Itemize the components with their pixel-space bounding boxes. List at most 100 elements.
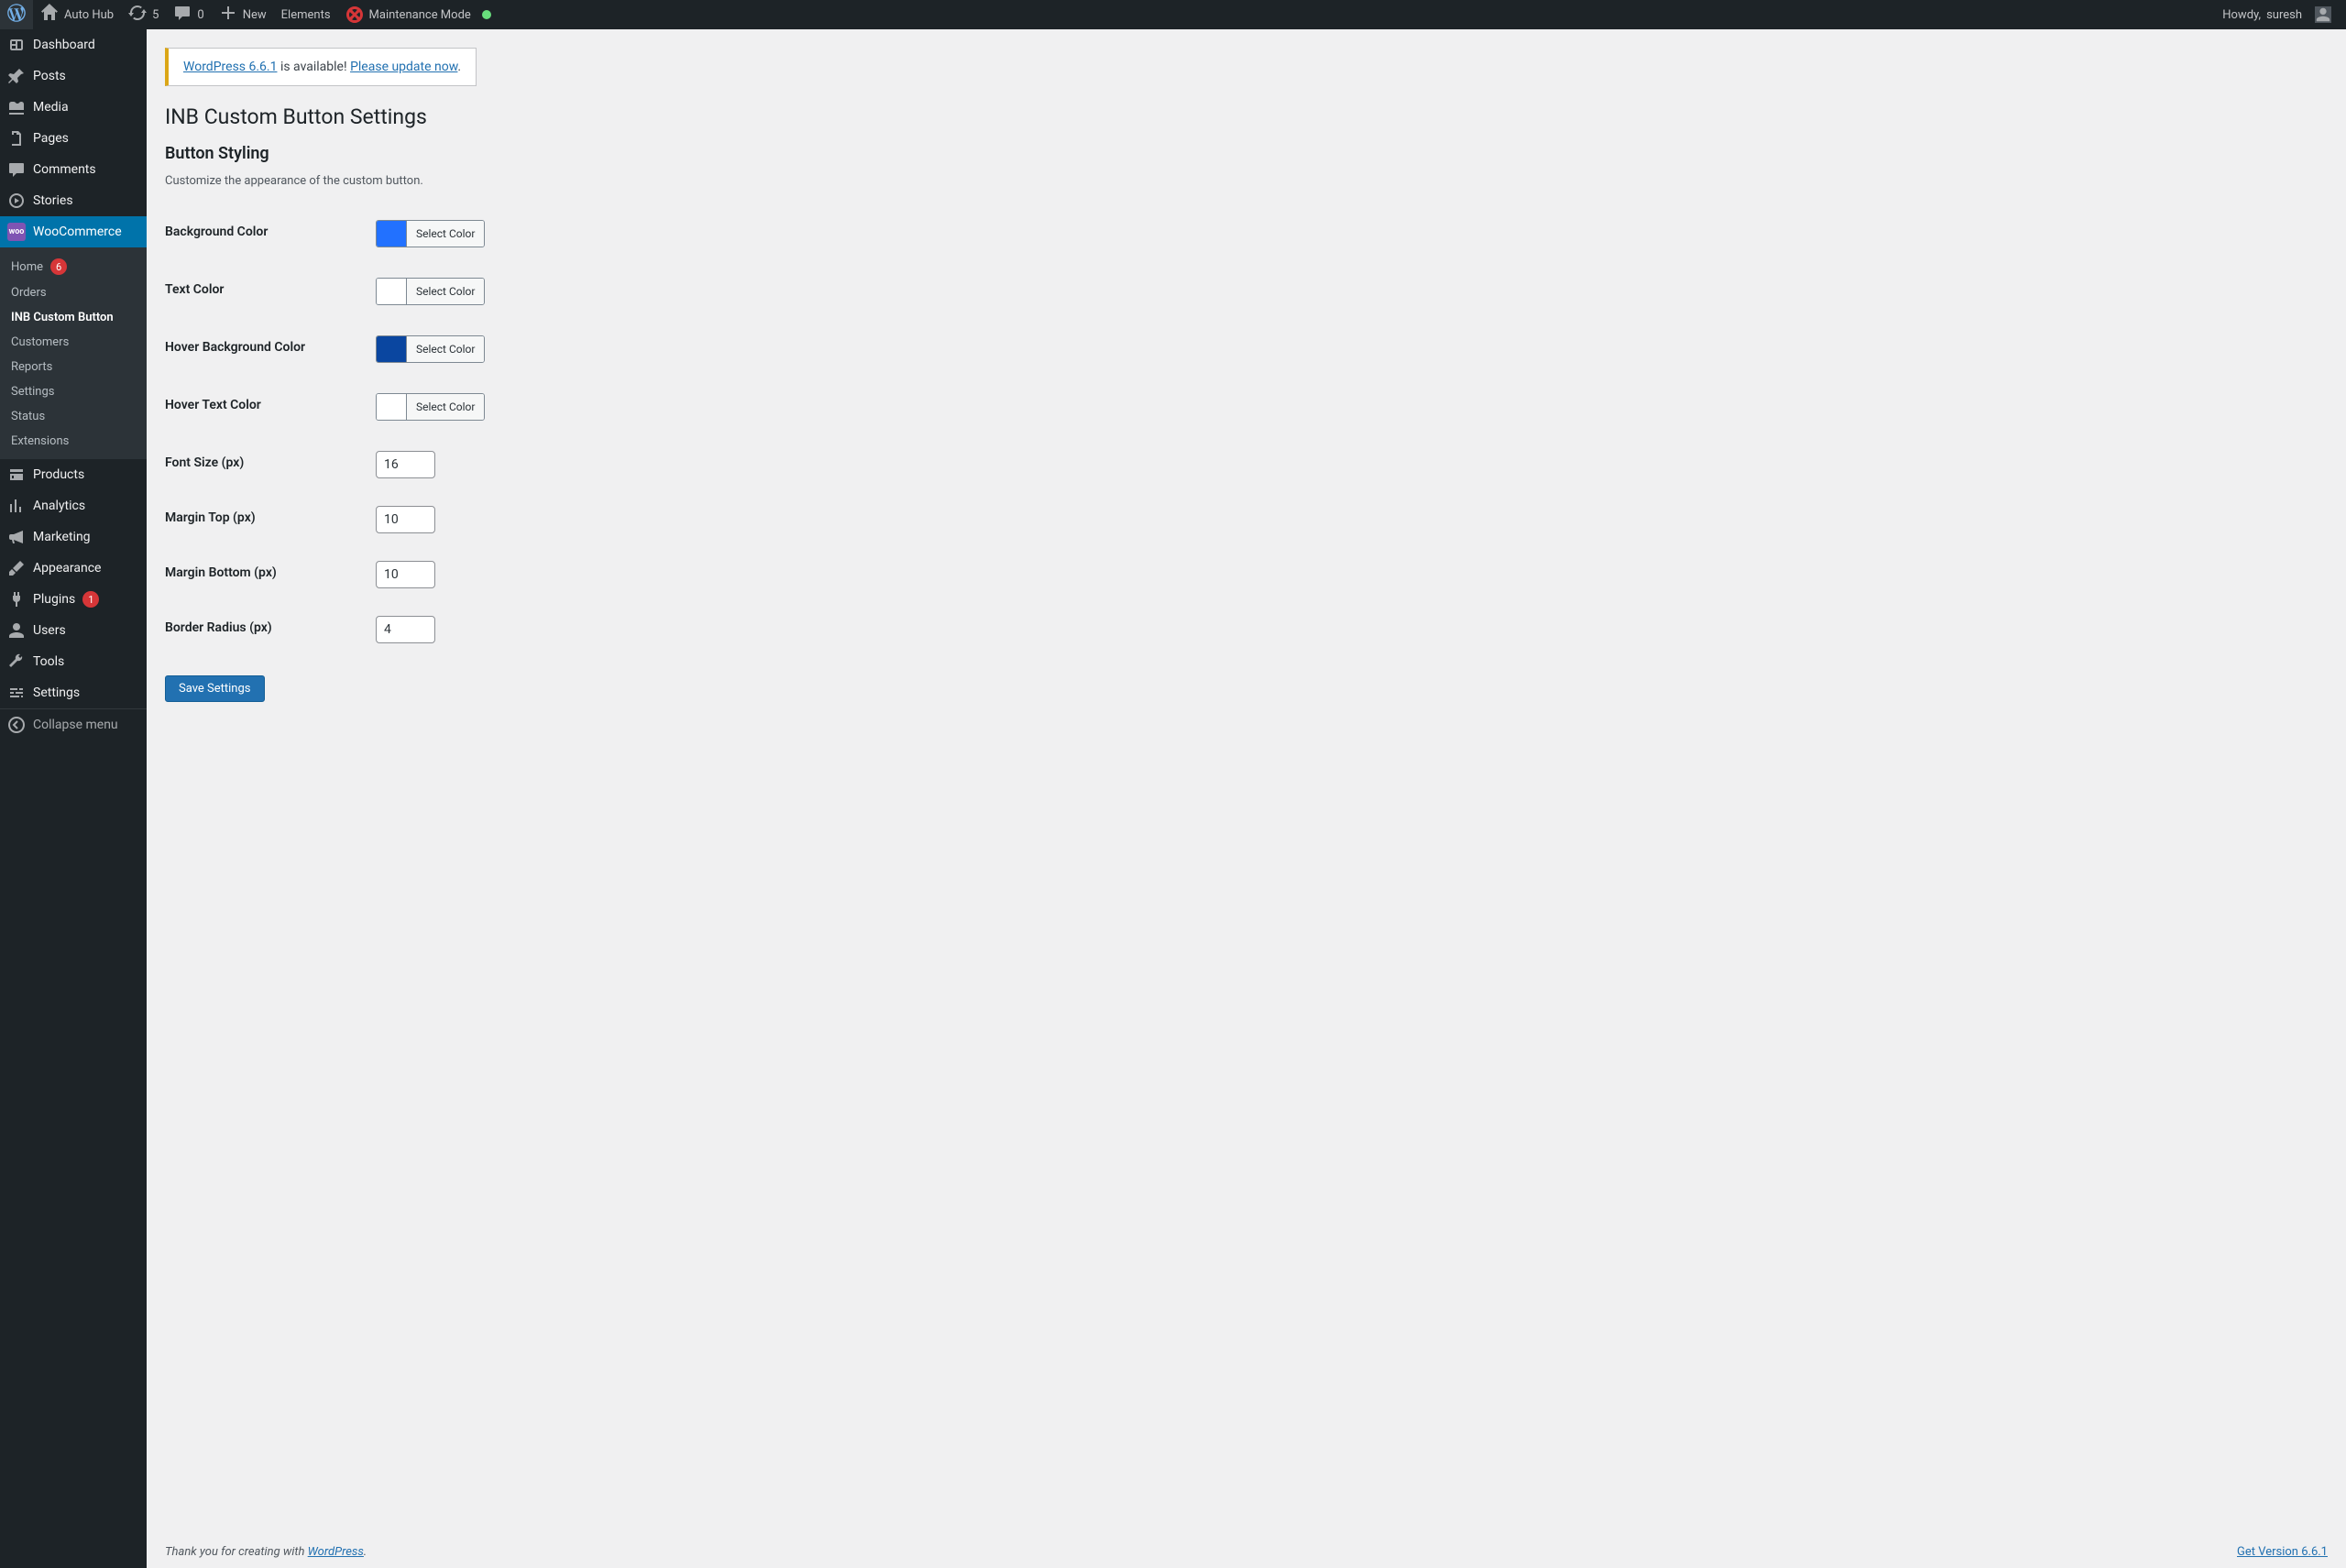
megaphone-icon bbox=[7, 528, 26, 546]
menu-label: Tools bbox=[33, 654, 64, 669]
comment-icon bbox=[7, 160, 26, 179]
hover-background-color-picker[interactable]: Select Color bbox=[376, 335, 485, 363]
menu-label: WooCommerce bbox=[33, 225, 122, 239]
submenu-label: Home bbox=[11, 260, 43, 274]
menu-label: Media bbox=[33, 100, 69, 115]
admin-menu: Dashboard Posts Media Pages Comments Sto… bbox=[0, 29, 147, 1568]
select-color-button[interactable]: Select Color bbox=[406, 336, 484, 362]
color-swatch bbox=[377, 221, 406, 247]
user-icon bbox=[7, 621, 26, 640]
margin-bottom-input[interactable] bbox=[376, 561, 435, 588]
analytics-icon bbox=[7, 497, 26, 515]
comments-count: 0 bbox=[197, 8, 203, 22]
footer-thankyou-suffix: . bbox=[364, 1545, 367, 1559]
menu-label: Analytics bbox=[33, 499, 85, 513]
menu-label: Settings bbox=[33, 685, 80, 700]
save-settings-button[interactable]: Save Settings bbox=[165, 675, 265, 702]
field-label: Hover Background Color bbox=[165, 322, 367, 379]
main-content: WordPress 6.6.1 is available! Please upd… bbox=[147, 0, 2346, 1568]
menu-tools[interactable]: Tools bbox=[0, 646, 147, 677]
row-background-color: Background Color Select Color bbox=[165, 206, 1081, 264]
site-name-label: Auto Hub bbox=[64, 8, 114, 22]
menu-products[interactable]: Products bbox=[0, 459, 147, 490]
row-hover-text-color: Hover Text Color Select Color bbox=[165, 379, 1081, 437]
submenu-home[interactable]: Home 6 bbox=[0, 253, 147, 280]
new-content-menu[interactable]: New bbox=[212, 0, 274, 29]
update-icon bbox=[128, 4, 147, 26]
font-size-input[interactable] bbox=[376, 451, 435, 478]
menu-collapse[interactable]: Collapse menu bbox=[0, 708, 147, 740]
section-title: Button Styling bbox=[165, 144, 2328, 163]
menu-posts[interactable]: Posts bbox=[0, 60, 147, 92]
pin-icon bbox=[7, 67, 26, 85]
wp-version-link[interactable]: WordPress 6.6.1 bbox=[183, 60, 277, 74]
plug-icon bbox=[7, 590, 26, 609]
margin-top-input[interactable] bbox=[376, 506, 435, 533]
admin-bar: Auto Hub 5 0 New Elements Ma bbox=[0, 0, 2346, 29]
comment-icon bbox=[173, 4, 192, 26]
submenu-inb-custom-button[interactable]: INB Custom Button bbox=[0, 305, 147, 330]
maintenance-mode-menu[interactable]: Maintenance Mode bbox=[338, 0, 499, 29]
footer-wordpress-link[interactable]: WordPress bbox=[308, 1545, 364, 1559]
updates-menu[interactable]: 5 bbox=[121, 0, 166, 29]
field-label: Hover Text Color bbox=[165, 379, 367, 437]
avatar bbox=[2315, 6, 2331, 23]
color-swatch bbox=[377, 336, 406, 362]
menu-marketing[interactable]: Marketing bbox=[0, 521, 147, 553]
submenu-label: INB Custom Button bbox=[11, 311, 114, 324]
submenu-label: Settings bbox=[11, 385, 54, 399]
footer-thankyou-prefix: Thank you for creating with bbox=[165, 1545, 308, 1559]
submenu-orders[interactable]: Orders bbox=[0, 280, 147, 305]
field-label: Margin Top (px) bbox=[165, 492, 367, 547]
updates-count: 5 bbox=[152, 8, 159, 22]
stories-icon bbox=[7, 192, 26, 210]
row-border-radius: Border Radius (px) bbox=[165, 602, 1081, 657]
submenu-status[interactable]: Status bbox=[0, 404, 147, 429]
submenu-customers[interactable]: Customers bbox=[0, 330, 147, 355]
field-label: Background Color bbox=[165, 206, 367, 264]
select-color-button[interactable]: Select Color bbox=[406, 394, 484, 420]
brush-icon bbox=[7, 559, 26, 577]
maintenance-status-dot-icon bbox=[482, 10, 491, 19]
submenu-reports[interactable]: Reports bbox=[0, 355, 147, 379]
menu-pages[interactable]: Pages bbox=[0, 123, 147, 154]
menu-label: Comments bbox=[33, 162, 96, 177]
page-title: INB Custom Button Settings bbox=[165, 104, 2328, 129]
submenu-extensions[interactable]: Extensions bbox=[0, 429, 147, 454]
menu-plugins[interactable]: Plugins 1 bbox=[0, 584, 147, 615]
menu-appearance[interactable]: Appearance bbox=[0, 553, 147, 584]
field-label: Text Color bbox=[165, 264, 367, 322]
menu-analytics[interactable]: Analytics bbox=[0, 490, 147, 521]
menu-comments[interactable]: Comments bbox=[0, 154, 147, 185]
background-color-picker[interactable]: Select Color bbox=[376, 220, 485, 247]
menu-settings[interactable]: Settings bbox=[0, 677, 147, 708]
settings-form-table: Background Color Select Color Text Color… bbox=[165, 206, 1081, 657]
site-name-menu[interactable]: Auto Hub bbox=[33, 0, 121, 29]
submenu-settings[interactable]: Settings bbox=[0, 379, 147, 404]
section-description: Customize the appearance of the custom b… bbox=[165, 174, 2328, 188]
text-color-picker[interactable]: Select Color bbox=[376, 278, 485, 305]
update-now-link[interactable]: Please update now bbox=[350, 60, 457, 74]
submenu-label: Status bbox=[11, 410, 45, 423]
menu-media[interactable]: Media bbox=[0, 92, 147, 123]
menu-stories[interactable]: Stories bbox=[0, 185, 147, 216]
dashboard-icon bbox=[7, 36, 26, 54]
menu-woocommerce[interactable]: woo WooCommerce bbox=[0, 216, 147, 247]
wp-logo-menu[interactable] bbox=[0, 0, 33, 29]
hover-text-color-picker[interactable]: Select Color bbox=[376, 393, 485, 421]
menu-dashboard[interactable]: Dashboard bbox=[0, 29, 147, 60]
maintenance-label: Maintenance Mode bbox=[369, 8, 471, 22]
my-account-menu[interactable]: Howdy, suresh bbox=[2215, 0, 2339, 29]
select-color-button[interactable]: Select Color bbox=[406, 279, 484, 304]
border-radius-input[interactable] bbox=[376, 616, 435, 643]
footer-get-version-link[interactable]: Get Version 6.6.1 bbox=[2237, 1545, 2328, 1559]
elements-menu[interactable]: Elements bbox=[274, 0, 338, 29]
menu-label: Stories bbox=[33, 193, 73, 208]
menu-label: Pages bbox=[33, 131, 69, 146]
comments-menu[interactable]: 0 bbox=[166, 0, 211, 29]
woocommerce-icon: woo bbox=[7, 223, 26, 241]
menu-users[interactable]: Users bbox=[0, 615, 147, 646]
color-swatch bbox=[377, 394, 406, 420]
select-color-button[interactable]: Select Color bbox=[406, 221, 484, 247]
collapse-icon bbox=[7, 716, 26, 734]
